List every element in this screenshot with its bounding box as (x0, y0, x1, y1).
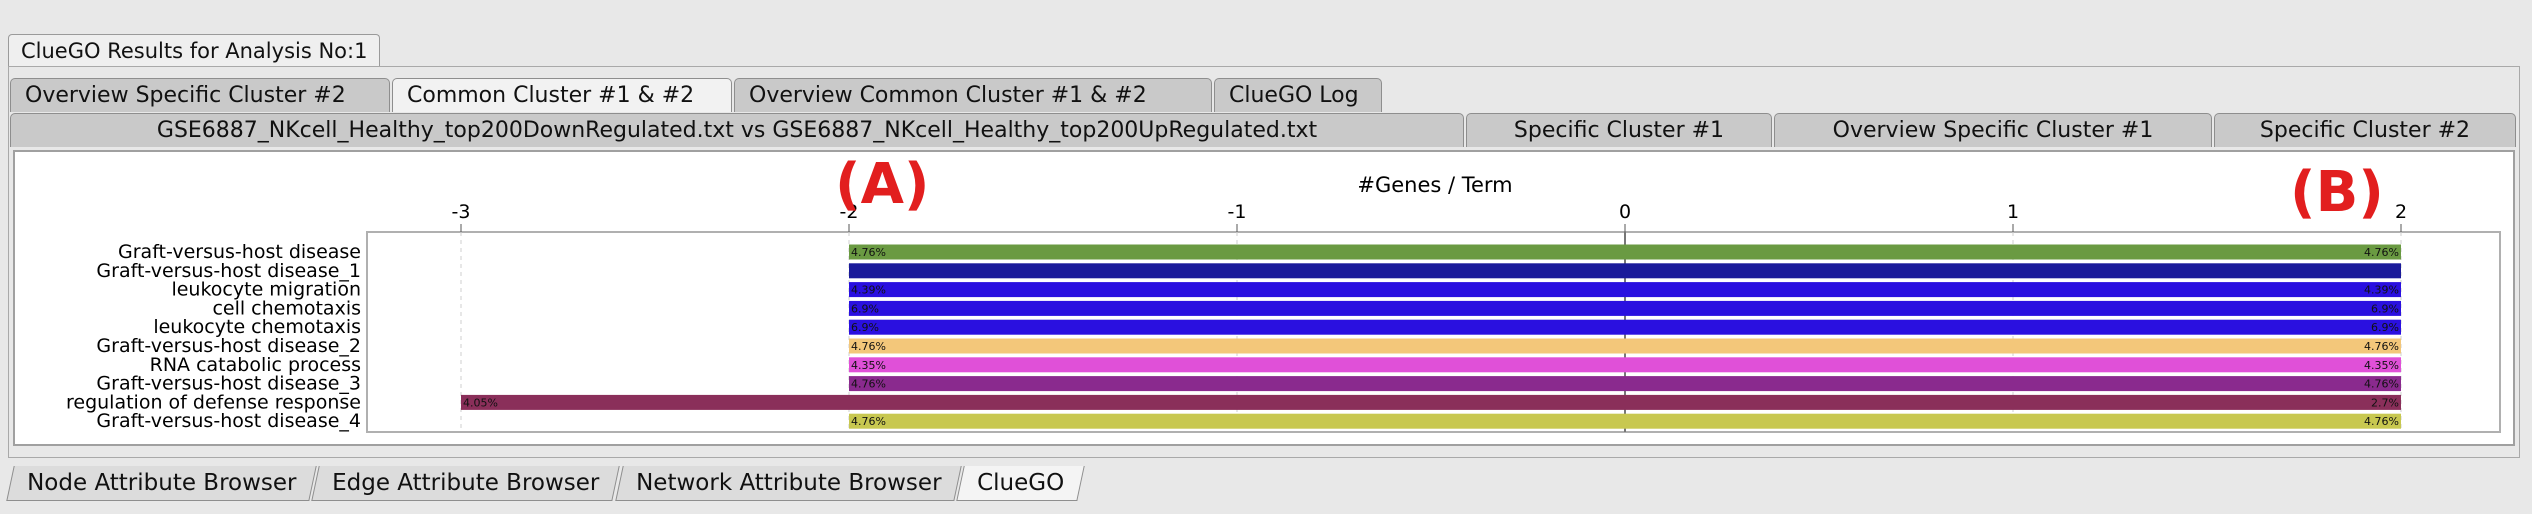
tab-overview-common-cluster[interactable]: Overview Common Cluster #1 & #2 (734, 78, 1212, 112)
bar-left-data-label: 6.9% (851, 302, 879, 315)
tab-network-attribute-browser-label: Network Attribute Browser (635, 470, 942, 496)
bar-right-data-label: 6.9% (2371, 321, 2399, 334)
bar-left-data-label: 4.05% (463, 396, 498, 409)
bar (849, 357, 2401, 373)
annotation-b: (B) (2290, 160, 2384, 225)
chart-title: #Genes / Term (1357, 173, 1512, 197)
tab-node-attribute-browser-label: Node Attribute Browser (27, 470, 297, 496)
bar (849, 338, 2401, 354)
tab-cluego[interactable]: ClueGO (956, 466, 1085, 501)
bar-left-data-label: 6.9% (851, 321, 879, 334)
bar-right-data-label: 4.76% (2364, 378, 2399, 391)
bar-left-data-label: 4.76% (851, 246, 886, 259)
tab-overview-specific-cluster-1[interactable]: Overview Specific Cluster #1 (1774, 113, 2212, 147)
tab-overview-specific-cluster-2[interactable]: Overview Specific Cluster #2 (10, 78, 390, 112)
tab-row-1: Overview Specific Cluster #2 Common Clus… (10, 78, 1384, 114)
results-title-tab[interactable]: ClueGO Results for Analysis No:1 (8, 34, 381, 67)
tab-node-attribute-browser[interactable]: Node Attribute Browser (6, 466, 318, 501)
bar-right-data-label: 4.39% (2364, 284, 2399, 297)
bar (849, 263, 2401, 279)
bar-right-data-label: 4.35% (2364, 359, 2399, 372)
tab-specific-cluster-2[interactable]: Specific Cluster #2 (2214, 113, 2516, 147)
x-tick-label: -3 (452, 201, 471, 223)
bar (849, 300, 2401, 316)
bar (849, 282, 2401, 298)
bar-left-data-label: 4.76% (851, 378, 886, 391)
bar-left-data-label: 4.39% (851, 284, 886, 297)
tab-row-2: GSE6887_NKcell_Healthy_top200DownRegulat… (10, 113, 2518, 149)
bar (849, 413, 2401, 429)
tab-comparison-files[interactable]: GSE6887_NKcell_Healthy_top200DownRegulat… (10, 113, 1464, 147)
x-tick-label: 0 (1619, 201, 1631, 223)
bottom-browser-tabs: Node Attribute Browser Edge Attribute Br… (6, 466, 1085, 502)
tab-edge-attribute-browser[interactable]: Edge Attribute Browser (311, 466, 621, 501)
bar-right-data-label: 4.76% (2364, 415, 2399, 428)
x-tick-label: 2 (2395, 201, 2407, 223)
tab-specific-cluster-1[interactable]: Specific Cluster #1 (1466, 113, 1772, 147)
bar-right-data-label: 6.9% (2371, 302, 2399, 315)
annotation-a: (A) (835, 152, 930, 217)
chart-panel: #Genes / Term -3 -2 -1 0 1 2 Graft-versus-host… (13, 150, 2515, 446)
term-label: Graft-versus-host disease_4 (96, 410, 361, 432)
bar-right-data-label: 4.76% (2364, 340, 2399, 353)
bar-left-data-label: 4.35% (851, 359, 886, 372)
bar (849, 376, 2401, 392)
x-tick-label: -1 (1228, 201, 1247, 223)
bar (849, 319, 2401, 335)
tab-network-attribute-browser[interactable]: Network Attribute Browser (614, 466, 962, 501)
x-tick-label: 1 (2007, 201, 2019, 223)
tab-common-cluster-1-2[interactable]: Common Cluster #1 & #2 (392, 78, 732, 112)
tab-cluego-log[interactable]: ClueGO Log (1214, 78, 1382, 112)
bar (461, 394, 2401, 410)
tab-cluego-label: ClueGO (977, 470, 1065, 496)
tab-edge-attribute-browser-label: Edge Attribute Browser (332, 470, 600, 496)
bar-right-data-label: 2.7% (2371, 396, 2399, 409)
bar-right-data-label: 4.76% (2364, 246, 2399, 259)
genes-per-term-chart: #Genes / Term -3 -2 -1 0 1 2Graft-versus-host… (66, 173, 2501, 433)
bar (849, 244, 2401, 260)
bar-left-data-label: 4.76% (851, 340, 886, 353)
bar-left-data-label: 4.76% (851, 415, 886, 428)
